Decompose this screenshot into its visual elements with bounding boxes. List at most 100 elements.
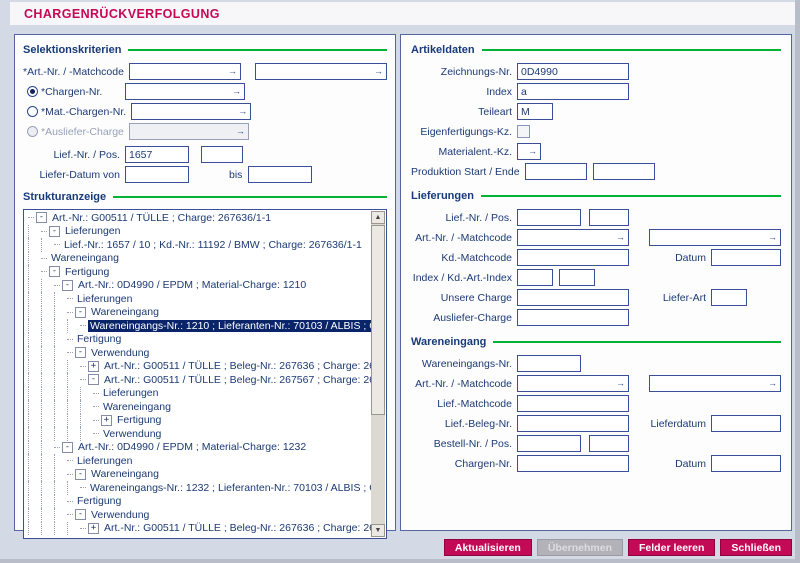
lf-index-field[interactable] bbox=[517, 269, 553, 286]
tree-expander-icon[interactable]: + bbox=[88, 361, 99, 372]
tree-row[interactable]: - Wareneingang bbox=[25, 306, 371, 320]
chargen-nr-radio[interactable] bbox=[27, 86, 38, 97]
tree-row[interactable]: - Fertigung bbox=[25, 265, 371, 279]
tree-row[interactable]: - Art.-Nr.: 0D4990 / EPDM ; Material-Cha… bbox=[25, 279, 371, 293]
we-art-matchcode-field[interactable]: → bbox=[649, 375, 781, 392]
tree-row[interactable]: Wareneingang bbox=[25, 400, 371, 414]
tree-row[interactable]: Wareneingang bbox=[25, 252, 371, 266]
tree-row[interactable]: - Verwendung bbox=[25, 346, 371, 360]
lf-kd-matchcode-field[interactable] bbox=[517, 249, 629, 266]
tree-row[interactable]: Lieferungen bbox=[25, 292, 371, 306]
tree-expander-icon[interactable]: - bbox=[62, 280, 73, 291]
schliessen-button[interactable]: Schließen bbox=[720, 539, 792, 556]
felder-leeren-button[interactable]: Felder leeren bbox=[628, 539, 715, 556]
tree-item-label[interactable]: Fertigung bbox=[75, 333, 123, 345]
tree-expander-icon[interactable]: - bbox=[75, 307, 86, 318]
tree-item-label[interactable]: Verwendung bbox=[89, 347, 151, 359]
tree-item-label[interactable]: Lieferungen bbox=[75, 293, 134, 305]
tree-expander-icon[interactable]: - bbox=[36, 212, 47, 223]
tree-row[interactable]: - Lieferungen bbox=[25, 225, 371, 239]
mat-chargen-field[interactable]: → bbox=[131, 103, 251, 120]
scrollbar-thumb[interactable] bbox=[371, 225, 385, 415]
lief-nr-field[interactable]: 1657 bbox=[125, 146, 189, 163]
tree-item-label[interactable]: Art.-Nr.: G00511 / TÜLLE ; Charge: 26763… bbox=[50, 212, 273, 224]
tree-row[interactable]: Verwendung bbox=[25, 427, 371, 441]
tree-row[interactable]: + Art.-Nr.: G00511 / TÜLLE ; Beleg-Nr.: … bbox=[25, 522, 371, 536]
lf-lief-pos-field[interactable] bbox=[589, 209, 629, 226]
we-art-nr-lookup-icon[interactable]: → bbox=[616, 379, 625, 388]
tree-expander-icon[interactable]: - bbox=[62, 442, 73, 453]
we-bestell-pos-field[interactable] bbox=[589, 435, 629, 452]
tree-row[interactable]: - Art.-Nr.: G00511 / TÜLLE ; Beleg-Nr.: … bbox=[25, 373, 371, 387]
tree-item-label[interactable]: Fertigung bbox=[75, 495, 123, 507]
art-matchcode-lookup-icon[interactable]: → bbox=[374, 67, 383, 76]
tree-row[interactable]: Fertigung bbox=[25, 495, 371, 509]
we-bestell-nr-field[interactable] bbox=[517, 435, 581, 452]
we-art-nr-field[interactable]: → bbox=[517, 375, 629, 392]
tree-expander-icon[interactable]: - bbox=[49, 226, 60, 237]
tree-expander-icon[interactable]: - bbox=[75, 469, 86, 480]
tree-expander-icon[interactable]: - bbox=[49, 266, 60, 277]
tree-item-label[interactable]: Wareneingang bbox=[89, 468, 161, 480]
we-lief-matchcode-field[interactable] bbox=[517, 395, 629, 412]
lf-unsere-charge-field[interactable] bbox=[517, 289, 629, 306]
tree-item-label[interactable]: Fertigung bbox=[63, 266, 111, 278]
tree-item-label[interactable]: Art.-Nr.: 0D4990 / EPDM ; Material-Charg… bbox=[76, 279, 308, 291]
tree-row[interactable]: - Art.-Nr.: 0D4990 / EPDM ; Material-Cha… bbox=[25, 441, 371, 455]
tree-row[interactable]: Wareneingangs-Nr.: 1210 ; Lieferanten-Nr… bbox=[25, 319, 371, 333]
tree-row[interactable]: + Art.-Nr.: G00511 / TÜLLE ; Beleg-Nr.: … bbox=[25, 360, 371, 374]
tree-item-label[interactable]: Wareneingang bbox=[49, 252, 121, 264]
tree-expander-icon[interactable]: - bbox=[75, 347, 86, 358]
scroll-up-icon[interactable]: ▲ bbox=[371, 211, 385, 224]
eigenfertigungs-checkbox[interactable] bbox=[517, 125, 530, 138]
mat-chargen-radio[interactable] bbox=[27, 106, 38, 117]
lf-art-nr-lookup-icon[interactable]: → bbox=[616, 233, 625, 242]
tree-row[interactable]: Lieferungen bbox=[25, 387, 371, 401]
aktualisieren-button[interactable]: Aktualisieren bbox=[444, 539, 532, 556]
we-nr-field[interactable] bbox=[517, 355, 581, 372]
tree-expander-icon[interactable]: + bbox=[101, 415, 112, 426]
liefer-datum-von-field[interactable] bbox=[125, 166, 189, 183]
scroll-down-icon[interactable]: ▼ bbox=[371, 524, 385, 537]
tree-item-label[interactable]: Lief.-Nr.: 1657 / 10 ; Kd.-Nr.: 11192 / … bbox=[62, 239, 364, 251]
tree-item-label[interactable]: Art.-Nr.: 0D4990 / EPDM ; Material-Charg… bbox=[76, 441, 308, 453]
produktion-start-field[interactable] bbox=[525, 163, 587, 180]
lf-liefer-art-field[interactable] bbox=[711, 289, 747, 306]
tree-item-label[interactable]: Art.-Nr.: G00511 / TÜLLE ; Beleg-Nr.: 26… bbox=[102, 522, 371, 534]
tree-item-label[interactable]: Fertigung bbox=[115, 414, 163, 426]
lf-datum-field[interactable] bbox=[711, 249, 781, 266]
art-matchcode-field[interactable]: → bbox=[255, 63, 387, 80]
tree-row[interactable]: Fertigung bbox=[25, 333, 371, 347]
tree-expander-icon[interactable]: - bbox=[88, 374, 99, 385]
tree-row[interactable]: Lieferungen bbox=[25, 454, 371, 468]
lf-art-matchcode-field[interactable]: → bbox=[649, 229, 781, 246]
we-datum-field[interactable] bbox=[711, 455, 781, 472]
tree-item-label[interactable]: Wareneingangs-Nr.: 1232 ; Lieferanten-Nr… bbox=[88, 482, 371, 494]
we-chargen-field[interactable] bbox=[517, 455, 629, 472]
produktion-ende-field[interactable] bbox=[593, 163, 655, 180]
tree-expander-icon[interactable]: + bbox=[88, 523, 99, 534]
tree-item-label[interactable]: Verwendung bbox=[89, 509, 151, 521]
teileart-field[interactable]: M bbox=[517, 103, 553, 120]
materialent-lookup-icon[interactable]: → bbox=[528, 147, 537, 156]
lf-ausliefer-field[interactable] bbox=[517, 309, 629, 326]
we-lieferdatum-field[interactable] bbox=[711, 415, 781, 432]
lf-kd-art-index-field[interactable] bbox=[559, 269, 595, 286]
tree-item-label[interactable]: Lieferungen bbox=[75, 455, 134, 467]
tree-scrollbar[interactable]: ▲ ▼ bbox=[371, 211, 385, 537]
art-nr-field[interactable]: → bbox=[129, 63, 241, 80]
tree-row[interactable]: + Fertigung bbox=[25, 414, 371, 428]
lf-art-nr-field[interactable]: → bbox=[517, 229, 629, 246]
tree-item-label[interactable]: Wareneingang bbox=[89, 306, 161, 318]
chargen-nr-field[interactable]: → bbox=[125, 83, 245, 100]
tree-row[interactable]: - Wareneingang bbox=[25, 468, 371, 482]
lf-art-matchcode-lookup-icon[interactable]: → bbox=[768, 233, 777, 242]
materialent-field[interactable]: → bbox=[517, 143, 541, 160]
tree-item-label[interactable]: Art.-Nr.: G00511 / TÜLLE ; Beleg-Nr.: 26… bbox=[102, 360, 371, 372]
lf-lief-nr-field[interactable] bbox=[517, 209, 581, 226]
we-art-matchcode-lookup-icon[interactable]: → bbox=[768, 379, 777, 388]
tree-expander-icon[interactable]: - bbox=[75, 509, 86, 520]
tree-row[interactable]: - Art.-Nr.: G00511 / TÜLLE ; Charge: 267… bbox=[25, 211, 371, 225]
tree-item-label[interactable]: Lieferungen bbox=[101, 387, 160, 399]
liefer-datum-bis-field[interactable] bbox=[248, 166, 312, 183]
